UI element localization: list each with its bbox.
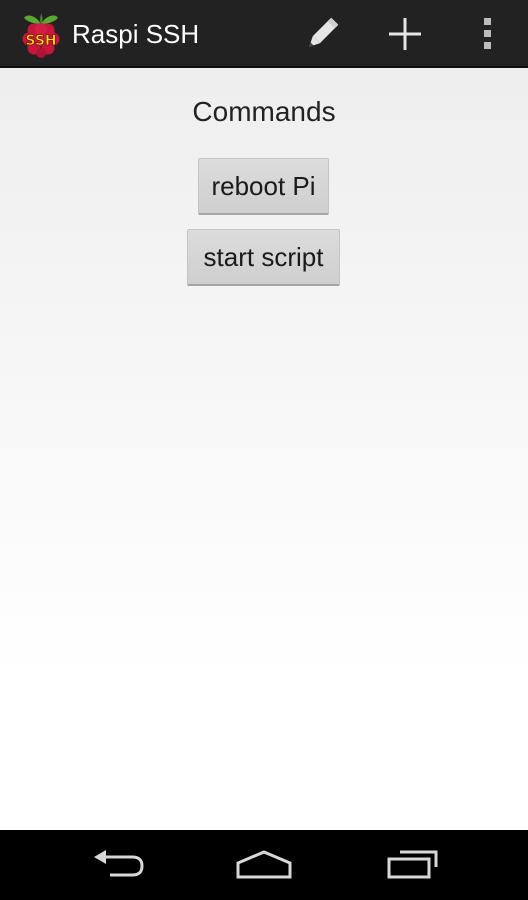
add-button[interactable] (379, 8, 431, 60)
action-bar: SSH Raspi SSH (0, 0, 528, 68)
back-button[interactable] (78, 840, 158, 890)
app-logo[interactable]: SSH (20, 10, 62, 58)
overflow-menu-button[interactable] (461, 8, 513, 60)
app-screen: SSH Raspi SSH Commands reboot Pi start s… (0, 0, 528, 900)
start-script-button[interactable]: start script (187, 229, 340, 286)
home-button[interactable] (224, 840, 304, 890)
raspberry-ssh-logo-icon: SSH (22, 13, 60, 58)
reboot-pi-button[interactable]: reboot Pi (198, 158, 329, 215)
overflow-menu-icon (484, 18, 491, 49)
recent-apps-icon (387, 850, 438, 879)
recent-apps-button[interactable] (372, 840, 452, 890)
app-title: Raspi SSH (72, 19, 200, 49)
edit-button[interactable] (296, 8, 348, 60)
pencil-icon (309, 17, 339, 47)
home-icon (236, 850, 292, 879)
plus-icon (389, 18, 421, 50)
commands-heading: Commands (192, 96, 336, 127)
back-icon (94, 850, 144, 877)
system-navigation-bar (0, 830, 528, 900)
svg-text:SSH: SSH (25, 33, 56, 49)
